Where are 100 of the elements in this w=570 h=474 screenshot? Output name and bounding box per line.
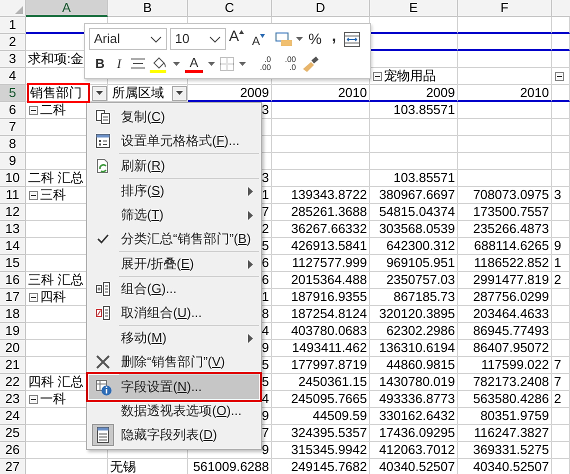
row-header[interactable]: 14: [0, 238, 26, 255]
table-cell: 136310.6194: [370, 340, 458, 357]
column-header[interactable]: F: [458, 0, 552, 17]
row-header[interactable]: 11: [0, 187, 26, 204]
row-header[interactable]: 8: [0, 136, 26, 153]
table-cell: 412063.7012: [370, 442, 458, 459]
row-header[interactable]: 17: [0, 289, 26, 306]
format-painter-icon[interactable]: [301, 56, 321, 72]
row-label: 宠物用品: [384, 68, 436, 84]
menu-item-label: 刷新(R): [121, 158, 166, 174]
row-header[interactable]: 18: [0, 306, 26, 323]
ungroup-icon: [95, 305, 111, 321]
row-label: 二科: [40, 102, 66, 118]
menu-item[interactable]: 设置单元格格式(F)...: [89, 129, 259, 153]
table-cell: 9: [552, 238, 570, 255]
table-cell: 86945.77493: [458, 323, 552, 340]
group-icon: [95, 281, 111, 297]
row-header[interactable]: 23: [0, 391, 26, 408]
table-cell: 17436.09295: [370, 425, 458, 442]
row-header[interactable]: 20: [0, 340, 26, 357]
row-header[interactable]: 1: [0, 17, 26, 34]
row-header[interactable]: 27: [0, 459, 26, 474]
increase-font-size-button[interactable]: A: [229, 29, 249, 49]
decrease-decimal-button[interactable]: .00 .0: [276, 56, 296, 72]
table-cell: 2010: [458, 85, 552, 102]
table-cell: 7: [552, 357, 570, 374]
table-cell: 7: [552, 374, 570, 391]
row-header[interactable]: 19: [0, 323, 26, 340]
table-cell: 187254.8124: [272, 306, 370, 323]
column-header[interactable]: A: [26, 0, 108, 17]
row-header[interactable]: 10: [0, 170, 26, 187]
down-triangle-icon: [260, 34, 266, 38]
column-header[interactable]: E: [370, 0, 458, 17]
collapse-icon[interactable]: [29, 394, 38, 404]
row-header[interactable]: 2: [0, 34, 26, 51]
row-header[interactable]: 5: [0, 85, 26, 102]
row-header[interactable]: 16: [0, 272, 26, 289]
collapse-icon[interactable]: [555, 72, 564, 80]
row-header[interactable]: 7: [0, 119, 26, 136]
row-header[interactable]: 24: [0, 408, 26, 425]
increase-decimal-button[interactable]: .0 .00: [251, 56, 271, 72]
row-label: 三科: [40, 187, 66, 203]
table-cell: 2350757.03: [370, 272, 458, 289]
comma-button[interactable]: ,: [327, 29, 341, 49]
align-center-icon[interactable]: [131, 58, 145, 69]
italic-button[interactable]: I: [112, 54, 126, 74]
dropdown-caret-icon[interactable]: [208, 62, 215, 66]
borders-icon[interactable]: [220, 56, 234, 70]
collapse-icon[interactable]: [373, 72, 382, 80]
menu-item-label: 移动(M): [121, 330, 167, 346]
filter-dropdown-button[interactable]: [92, 86, 107, 100]
collapse-icon[interactable]: [29, 190, 38, 200]
table-cell: 187916.9355: [272, 289, 370, 306]
field-settings-icon: [94, 378, 112, 396]
row-header[interactable]: 26: [0, 442, 26, 459]
row-header[interactable]: 21: [0, 357, 26, 374]
collapse-icon[interactable]: [29, 106, 38, 114]
row-header[interactable]: 9: [0, 153, 26, 170]
percent-button[interactable]: %: [306, 32, 324, 46]
font-color-button[interactable]: A: [185, 54, 203, 72]
row-header[interactable]: 22: [0, 374, 26, 391]
dropdown-caret-icon[interactable]: [296, 37, 303, 41]
row-label: 四科: [40, 289, 66, 305]
filter-dropdown-button[interactable]: [172, 86, 187, 100]
cell-styles-icon[interactable]: [275, 31, 293, 47]
table-cell: 563580.4286: [458, 391, 552, 408]
table-cell: 315345.9942: [272, 442, 370, 459]
table-cell: 203464.4633: [458, 306, 552, 323]
menu-item[interactable]: 字段设置(N)...: [89, 375, 259, 399]
collapse-icon[interactable]: [29, 292, 38, 302]
table-cell: 642300.312: [370, 238, 458, 255]
row-header[interactable]: 25: [0, 425, 26, 442]
table-cell: 173500.7557: [458, 204, 552, 221]
table-cell: 2: [552, 391, 570, 408]
up-triangle-icon: [239, 30, 244, 34]
table-cell: 2015364.488: [272, 272, 370, 289]
decrease-font-size-button[interactable]: A: [252, 29, 272, 49]
menu-item-label: 复制(C): [121, 109, 166, 124]
row-header[interactable]: 12: [0, 204, 26, 221]
font-name-dropdown[interactable]: Arial: [89, 28, 167, 50]
table-cell: 249145.7682: [272, 459, 370, 474]
row-header[interactable]: 4: [0, 68, 26, 85]
dropdown-caret-icon[interactable]: [239, 62, 246, 66]
table-cell: [552, 306, 570, 323]
row-header[interactable]: 15: [0, 255, 26, 272]
column-header[interactable]: B: [108, 0, 188, 17]
column-header[interactable]: C: [188, 0, 272, 17]
table-cell: [552, 221, 570, 238]
menu-item-label: 设置单元格格式(F)...: [121, 133, 240, 148]
row-header[interactable]: 6: [0, 102, 26, 119]
dropdown-caret-icon[interactable]: [173, 62, 180, 66]
merge-cells-icon[interactable]: [344, 32, 360, 46]
fill-color-icon[interactable]: [150, 54, 168, 72]
font-size-dropdown[interactable]: 10: [170, 28, 226, 50]
row-header[interactable]: 13: [0, 221, 26, 238]
table-cell: 1: [552, 255, 570, 272]
row-header[interactable]: 3: [0, 51, 26, 68]
delete-icon: [95, 354, 111, 370]
column-header[interactable]: D: [272, 0, 370, 17]
table-cell: 330162.6432: [370, 408, 458, 425]
